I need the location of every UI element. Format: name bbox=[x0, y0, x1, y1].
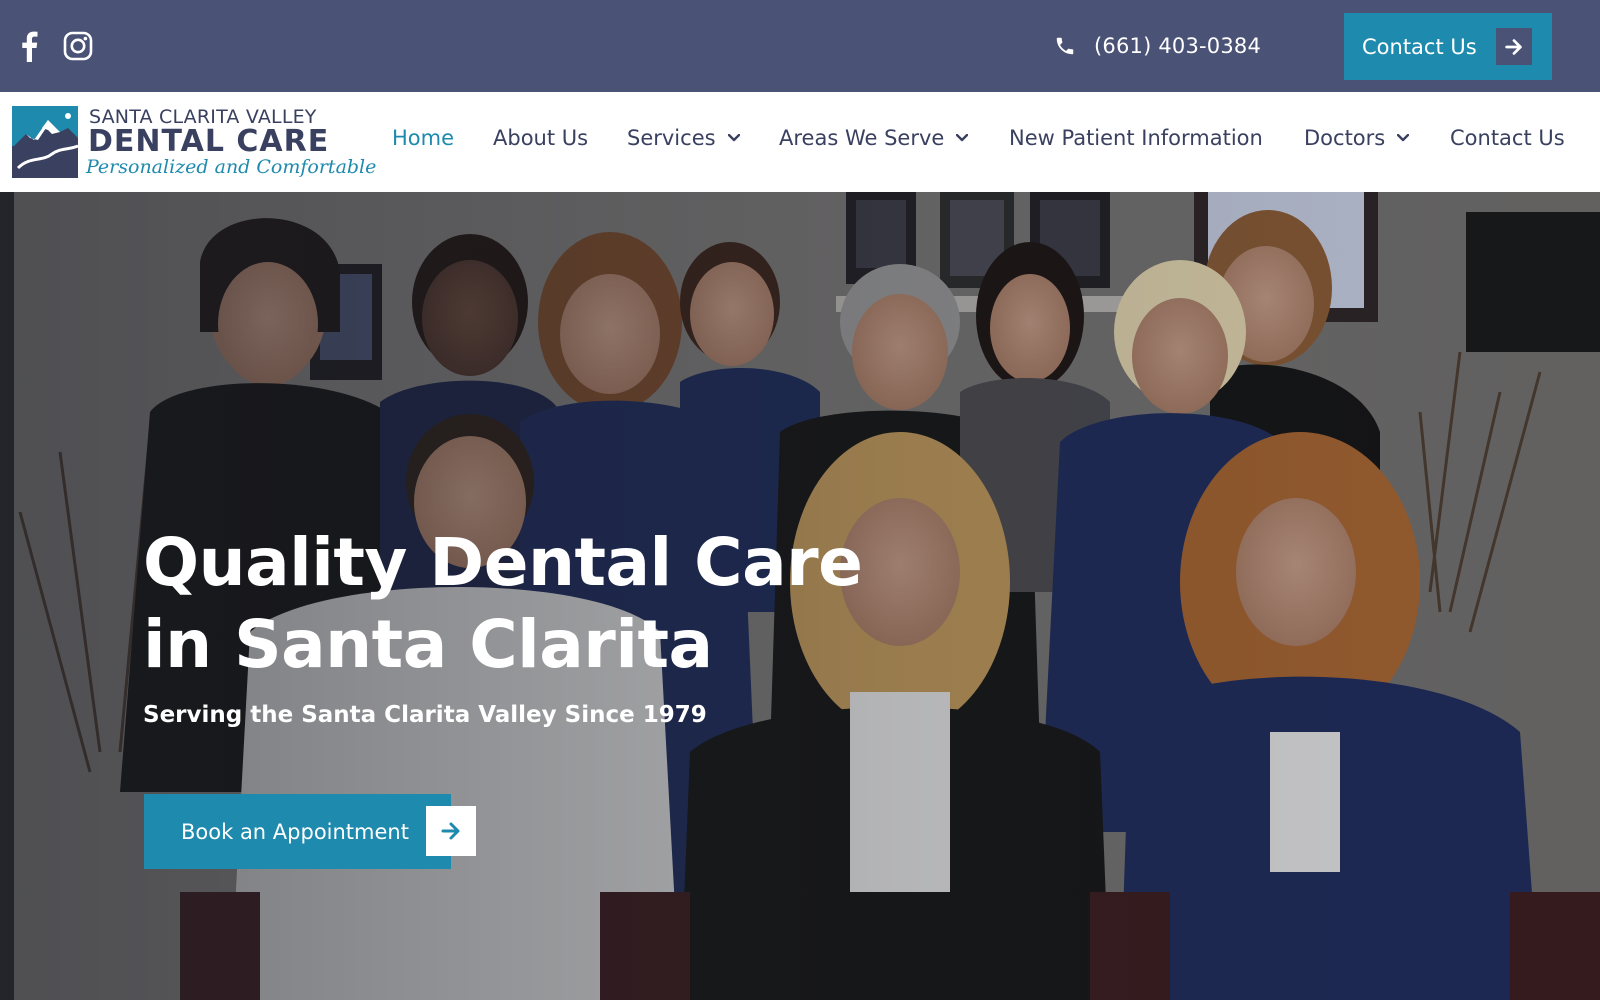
phone-link[interactable]: (661) 403-0384 bbox=[1054, 30, 1261, 62]
book-appointment-label: Book an Appointment bbox=[181, 819, 409, 844]
book-appointment-button[interactable]: Book an Appointment bbox=[144, 794, 451, 869]
arrow-right-icon[interactable] bbox=[426, 806, 476, 856]
chevron-down-icon bbox=[727, 134, 740, 142]
mountain-logo-icon bbox=[12, 106, 78, 178]
nav-item-services[interactable]: Services bbox=[627, 126, 740, 150]
nav-item-home[interactable]: Home bbox=[392, 126, 454, 150]
hero-title-line-1: Quality Dental Care bbox=[143, 524, 863, 601]
nav-item-areas-we-serve[interactable]: Areas We Serve bbox=[779, 126, 969, 150]
logo-tagline: Personalized and Comfortable bbox=[86, 156, 377, 178]
chevron-down-icon bbox=[1397, 134, 1410, 142]
nav-item-doctors[interactable]: Doctors bbox=[1304, 126, 1410, 150]
contact-us-button[interactable]: Contact Us bbox=[1344, 13, 1552, 80]
facebook-icon[interactable] bbox=[14, 30, 46, 62]
chevron-down-icon bbox=[956, 134, 969, 142]
nav-item-label: About Us bbox=[493, 126, 589, 150]
hero-subtitle: Serving the Santa Clarita Valley Since 1… bbox=[143, 702, 707, 728]
contact-us-button-label: Contact Us bbox=[1362, 34, 1477, 59]
instagram-icon[interactable] bbox=[62, 30, 94, 62]
top-bar: (661) 403-0384 Contact Us bbox=[0, 0, 1600, 92]
hero-section: Quality Dental Care in Santa Clarita Ser… bbox=[0, 192, 1600, 1000]
nav-item-label: Doctors bbox=[1304, 126, 1386, 150]
nav-item-label: Areas We Serve bbox=[779, 126, 945, 150]
nav-item-label: New Patient Information bbox=[1009, 126, 1263, 150]
nav-item-label: Contact Us bbox=[1450, 126, 1565, 150]
nav-item-label: Home bbox=[392, 126, 455, 150]
nav-item-label: Services bbox=[627, 126, 716, 150]
logo-text-main: DENTAL CARE bbox=[88, 124, 330, 159]
hero-title: Quality Dental Care in Santa Clarita bbox=[143, 522, 1043, 686]
site-logo[interactable]: SANTA CLARITA VALLEY DENTAL CARE Persona… bbox=[12, 106, 376, 178]
hero-title-line-2: in Santa Clarita bbox=[143, 606, 713, 683]
main-navbar: SANTA CLARITA VALLEY DENTAL CARE Persona… bbox=[0, 92, 1600, 192]
arrow-right-icon bbox=[1496, 28, 1532, 65]
nav-item-about-us[interactable]: About Us bbox=[493, 126, 588, 150]
phone-icon bbox=[1056, 37, 1074, 55]
nav-item-contact-us[interactable]: Contact Us bbox=[1450, 126, 1565, 150]
nav-item-new-patient-information[interactable]: New Patient Information bbox=[1009, 126, 1263, 150]
phone-number: (661) 403-0384 bbox=[1094, 34, 1262, 58]
